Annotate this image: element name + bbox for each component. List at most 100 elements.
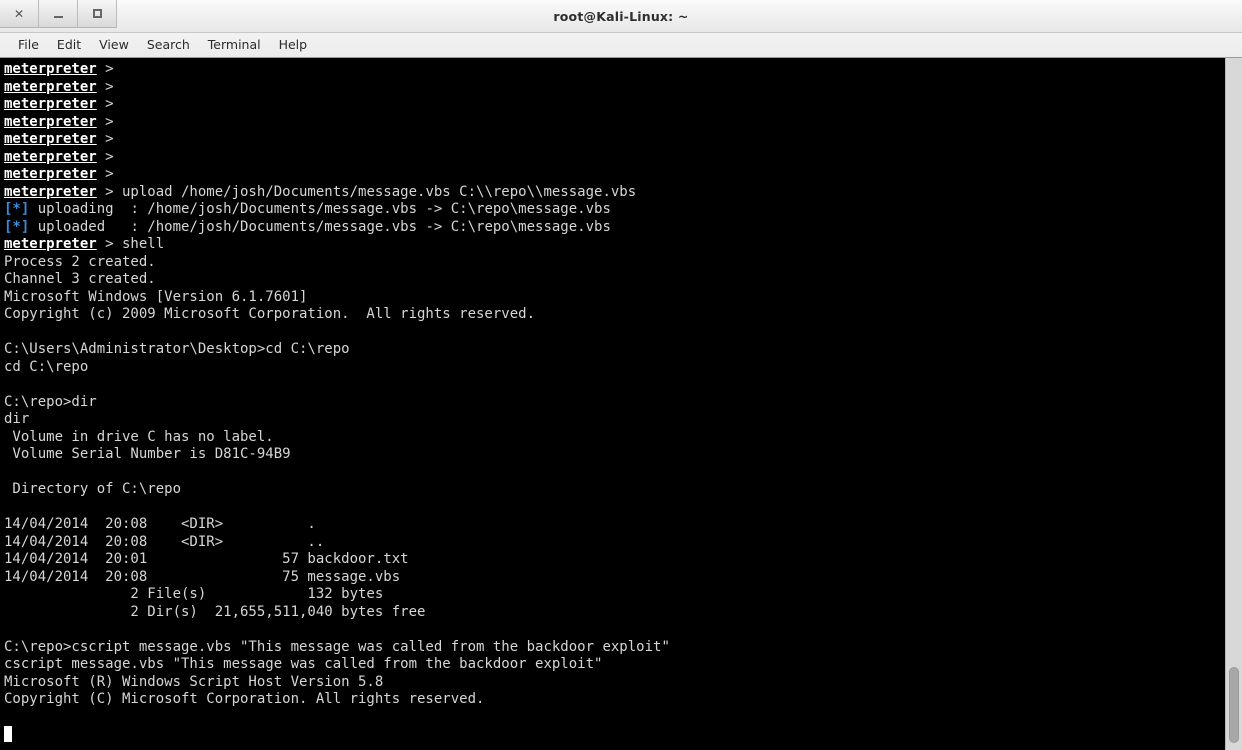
terminal-text: 2 File(s) 132 bytes <box>4 586 384 602</box>
terminal-text: Volume Serial Number is D81C-94B9 <box>4 446 291 462</box>
terminal-line: cd C:\repo <box>4 359 1225 377</box>
terminal-text: Microsoft Windows [Version 6.1.7601] <box>4 288 308 305</box>
terminal-line: Microsoft Windows [Version 6.1.7601] <box>4 289 1225 307</box>
terminal-line: meterpreter > <box>4 166 1225 184</box>
terminal-line <box>4 726 1225 744</box>
terminal-command: > shell <box>96 236 165 252</box>
terminal-command: > <box>96 131 123 147</box>
terminal-text: dir <box>4 411 30 427</box>
meterpreter-prompt: meterpreter <box>4 61 97 77</box>
info-marker: [*] <box>4 218 30 235</box>
terminal-line: meterpreter > <box>4 131 1225 149</box>
terminal-text: cscript message.vbs "This message was ca… <box>4 656 603 672</box>
menu-item-edit[interactable]: Edit <box>48 35 90 55</box>
window-controls: ✕ <box>0 0 117 28</box>
terminal-line: Copyright (C) Microsoft Corporation. All… <box>4 691 1225 709</box>
terminal-text: C:\repo>cscript message.vbs "This messag… <box>4 638 670 655</box>
text-cursor <box>4 726 12 742</box>
terminal-line: meterpreter > <box>4 96 1225 114</box>
terminal-text: cd C:\repo <box>4 358 89 375</box>
meterpreter-prompt: meterpreter <box>4 166 97 182</box>
menu-item-search[interactable]: Search <box>138 35 199 55</box>
terminal-line: cscript message.vbs "This message was ca… <box>4 656 1225 674</box>
terminal-line: meterpreter > shell <box>4 236 1225 254</box>
menu-item-view[interactable]: View <box>90 35 138 55</box>
minimize-icon <box>53 16 63 18</box>
terminal-text: Copyright (C) Microsoft Corporation. All… <box>4 691 485 707</box>
terminal-scrollbar[interactable] <box>1225 58 1242 750</box>
terminal-line: Directory of C:\repo <box>4 481 1225 499</box>
terminal-window: ✕ root@Kali-Linux: ~ File Edit View Sear… <box>0 0 1242 750</box>
terminal-line: 14/04/2014 20:08 <DIR> .. <box>4 534 1225 552</box>
terminal-line: meterpreter > <box>4 149 1225 167</box>
menu-item-terminal[interactable]: Terminal <box>199 35 270 55</box>
terminal-text: Volume in drive C has no label. <box>4 428 274 445</box>
terminal-line: meterpreter > <box>4 79 1225 97</box>
terminal-line: 2 File(s) 132 bytes <box>4 586 1225 604</box>
terminal-line: C:\repo>dir <box>4 394 1225 412</box>
terminal-command: > <box>96 166 123 182</box>
terminal-command: > <box>96 61 123 77</box>
terminal-line: Volume Serial Number is D81C-94B9 <box>4 446 1225 464</box>
titlebar: ✕ root@Kali-Linux: ~ <box>0 0 1242 33</box>
meterpreter-prompt: meterpreter <box>4 113 97 130</box>
menu-item-file[interactable]: File <box>9 35 48 55</box>
terminal-text: C:\Users\Administrator\Desktop>cd C:\rep… <box>4 341 350 357</box>
terminal-text: 14/04/2014 20:01 57 backdoor.txt <box>4 551 409 567</box>
terminal-line: meterpreter > <box>4 114 1225 132</box>
terminal-text: 14/04/2014 20:08 <DIR> .. <box>4 533 325 550</box>
meterpreter-prompt: meterpreter <box>4 96 97 112</box>
terminal-text: Copyright (c) 2009 Microsoft Corporation… <box>4 306 536 322</box>
terminal-command: > <box>96 96 123 112</box>
terminal-line: 14/04/2014 20:08 75 message.vbs <box>4 569 1225 587</box>
meterpreter-prompt: meterpreter <box>4 236 97 252</box>
terminal-line: Copyright (c) 2009 Microsoft Corporation… <box>4 306 1225 324</box>
terminal-line: Channel 3 created. <box>4 271 1225 289</box>
close-button[interactable]: ✕ <box>0 0 39 28</box>
terminal-text: Directory of C:\repo <box>4 481 182 497</box>
terminal-line: 2 Dir(s) 21,655,511,040 bytes free <box>4 604 1225 622</box>
scrollbar-thumb[interactable] <box>1229 666 1239 744</box>
terminal-line: 14/04/2014 20:01 57 backdoor.txt <box>4 551 1225 569</box>
terminal-text: 14/04/2014 20:08 75 message.vbs <box>4 568 401 585</box>
terminal-line: meterpreter > upload /home/josh/Document… <box>4 184 1225 202</box>
terminal-text: Microsoft (R) Windows Script Host Versio… <box>4 673 384 690</box>
terminal-line: dir <box>4 411 1225 429</box>
terminal-command: > <box>96 113 123 130</box>
terminal-command: > <box>96 78 123 95</box>
terminal-line: [*] uploading : /home/josh/Documents/mes… <box>4 201 1225 219</box>
terminal-line: [*] uploaded : /home/josh/Documents/mess… <box>4 219 1225 237</box>
terminal-text: 2 Dir(s) 21,655,511,040 bytes free <box>4 603 426 620</box>
terminal-line: 14/04/2014 20:08 <DIR> . <box>4 516 1225 534</box>
terminal-text: 14/04/2014 20:08 <DIR> . <box>4 516 316 532</box>
meterpreter-prompt: meterpreter <box>4 78 97 95</box>
info-marker: [*] <box>4 201 30 217</box>
terminal-line: Microsoft (R) Windows Script Host Versio… <box>4 674 1225 692</box>
terminal-text: uploading : /home/josh/Documents/message… <box>29 201 611 217</box>
maximize-button[interactable] <box>78 0 117 28</box>
close-icon: ✕ <box>13 6 25 21</box>
meterpreter-prompt: meterpreter <box>4 131 97 147</box>
terminal-output[interactable]: meterpreter > meterpreter > meterpreter … <box>0 58 1225 750</box>
terminal-text: Channel 3 created. <box>4 271 156 287</box>
minimize-button[interactable] <box>39 0 78 28</box>
meterpreter-prompt: meterpreter <box>4 183 97 200</box>
terminal-line: C:\Users\Administrator\Desktop>cd C:\rep… <box>4 341 1225 359</box>
terminal-line: meterpreter > <box>4 61 1225 79</box>
terminal-line: Process 2 created. <box>4 254 1225 272</box>
meterpreter-prompt: meterpreter <box>4 148 97 165</box>
terminal-area: meterpreter > meterpreter > meterpreter … <box>0 58 1242 750</box>
terminal-text: Process 2 created. <box>4 253 156 270</box>
menu-item-help[interactable]: Help <box>270 35 317 55</box>
menubar: File Edit View Search Terminal Help <box>0 33 1242 58</box>
terminal-command: > <box>96 148 123 165</box>
terminal-text: C:\repo>dir <box>4 393 97 410</box>
terminal-line: C:\repo>cscript message.vbs "This messag… <box>4 639 1225 657</box>
terminal-line: Volume in drive C has no label. <box>4 429 1225 447</box>
